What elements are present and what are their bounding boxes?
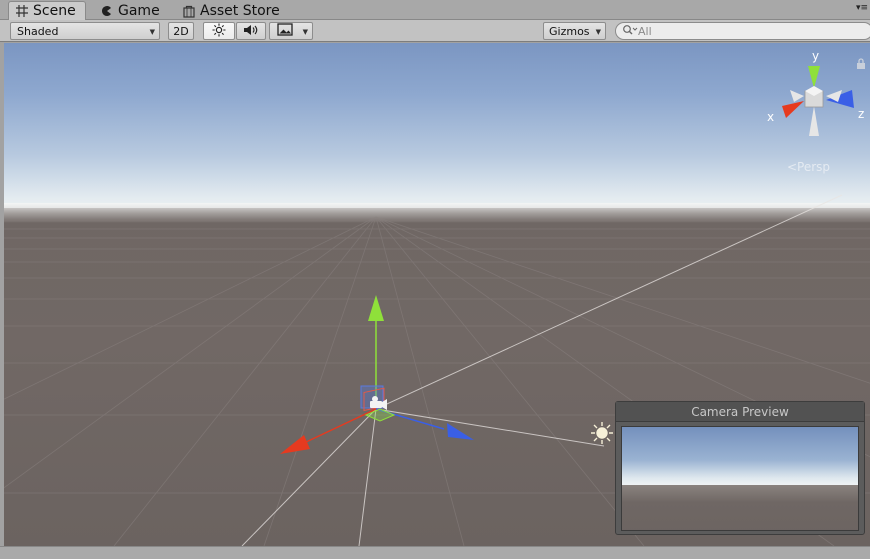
- search-placeholder: All: [638, 24, 652, 38]
- orientation-gizmo[interactable]: y x z: [764, 48, 870, 148]
- tab-scene[interactable]: Scene: [8, 1, 86, 20]
- search-icon: [622, 24, 638, 39]
- chevron-down-icon: ▼: [302, 28, 308, 36]
- sun-icon: [212, 23, 226, 40]
- shading-mode-label: Shaded: [17, 24, 59, 38]
- tab-menu-icon[interactable]: ▾≡: [856, 3, 868, 13]
- lighting-toggle-button[interactable]: [203, 22, 235, 40]
- transform-gizmo: [280, 295, 474, 454]
- tab-asset-store[interactable]: Asset Store: [176, 1, 288, 20]
- image-icon: [277, 23, 293, 39]
- search-input[interactable]: All: [615, 22, 870, 40]
- scene-grid-icon: [15, 4, 29, 18]
- axis-label-x: x: [767, 110, 774, 124]
- axis-label-z: z: [858, 107, 864, 121]
- 2d-toggle-button[interactable]: 2D: [168, 22, 194, 40]
- speaker-icon: [243, 23, 259, 40]
- effects-dropdown[interactable]: ▼: [269, 22, 313, 40]
- view-mode-label[interactable]: <Persp: [787, 160, 830, 174]
- x-axis-arrow: [280, 435, 310, 454]
- 2d-label: 2D: [173, 24, 189, 38]
- lock-icon[interactable]: [856, 55, 866, 69]
- game-pacman-icon: [100, 4, 114, 18]
- tab-label: Scene: [33, 3, 76, 19]
- camera-preview-title: Camera Preview: [616, 402, 864, 422]
- preview-sky: [622, 427, 858, 487]
- camera-preview-view: [621, 426, 859, 531]
- chevron-down-icon: ▼: [149, 28, 155, 36]
- neg-y-cone: [809, 106, 819, 136]
- tab-game[interactable]: Game: [94, 1, 168, 20]
- x-cone: [782, 101, 804, 118]
- chevron-down-icon: ▼: [595, 28, 601, 36]
- gizmos-label: Gizmos: [549, 24, 590, 38]
- audio-toggle-button[interactable]: [236, 22, 266, 40]
- directional-light-icon: [591, 422, 613, 444]
- scene-viewport[interactable]: y x z <Persp Camera Preview: [4, 43, 870, 546]
- unity-editor: Scene Game Asset Store ▾≡ Shaded ▼ 2D ▼ …: [0, 0, 870, 559]
- z-axis-arrow: [447, 423, 474, 440]
- axis-label-y: y: [812, 49, 819, 63]
- y-cone: [808, 66, 820, 88]
- bottom-bar: [0, 546, 870, 559]
- tab-label: Game: [118, 2, 160, 19]
- camera-preview-panel: Camera Preview: [615, 401, 865, 535]
- scene-toolbar: Shaded ▼ 2D ▼ Gizmos ▼ All: [0, 20, 870, 42]
- asset-store-bag-icon: [182, 4, 196, 18]
- shading-mode-dropdown[interactable]: Shaded ▼: [10, 22, 160, 40]
- gizmos-dropdown[interactable]: Gizmos ▼: [543, 22, 606, 40]
- tab-label: Asset Store: [200, 2, 280, 19]
- tab-bar: Scene Game Asset Store ▾≡: [0, 0, 870, 20]
- preview-ground: [622, 485, 858, 530]
